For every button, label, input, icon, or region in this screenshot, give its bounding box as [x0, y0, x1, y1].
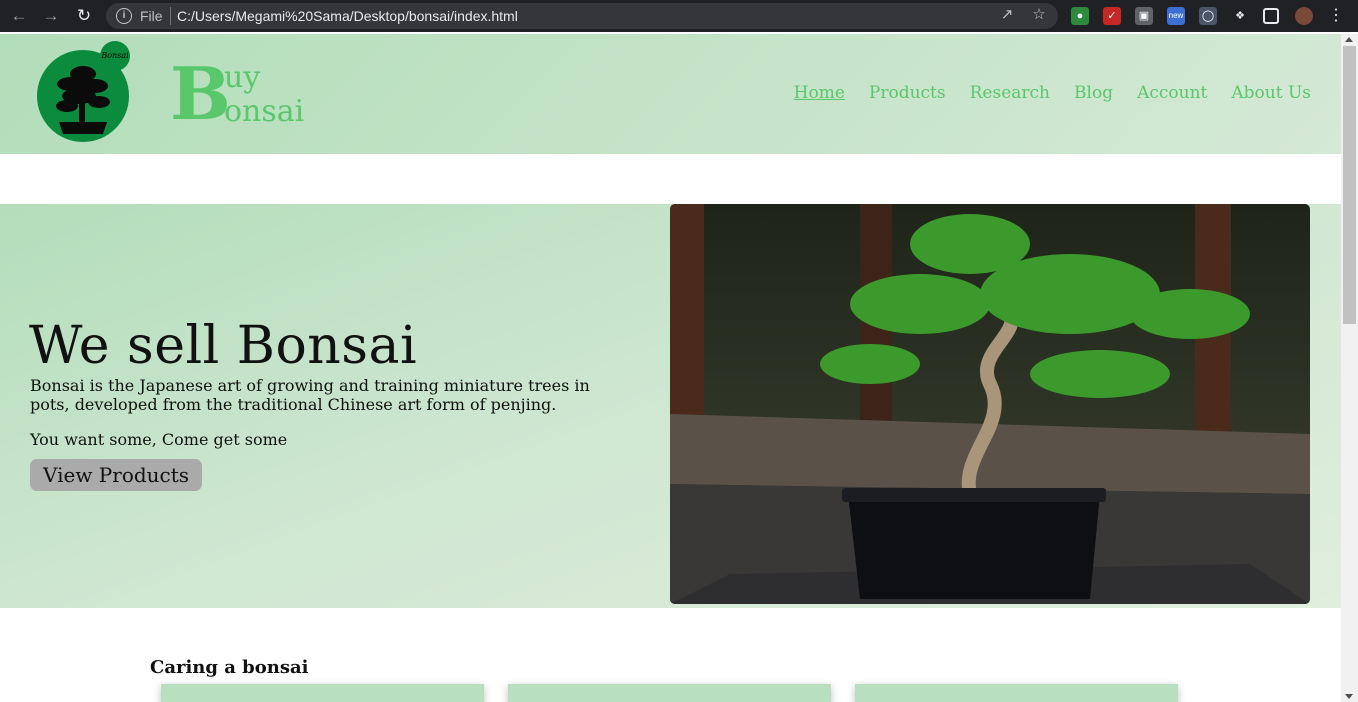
- logo-badge: Bonsai: [100, 41, 130, 71]
- omnibox-divider: [170, 7, 171, 25]
- url-text[interactable]: C:/Users/Megami%20Sama/Desktop/bonsai/in…: [177, 8, 518, 24]
- info-icon[interactable]: i: [116, 8, 132, 24]
- file-label: File: [140, 8, 163, 24]
- nav-home[interactable]: Home: [794, 83, 845, 103]
- care-card[interactable]: [508, 684, 831, 702]
- care-card[interactable]: [855, 684, 1178, 702]
- page-viewport: Bonsai B uy onsai Home Products Research…: [0, 34, 1341, 702]
- brand-top: uy: [224, 60, 261, 95]
- site-header: Bonsai B uy onsai Home Products Research…: [0, 34, 1341, 154]
- menu-kebab-icon[interactable]: ⋮: [1327, 7, 1345, 25]
- scrollbar[interactable]: [1341, 34, 1358, 702]
- hero-description: Bonsai is the Japanese art of growing an…: [30, 376, 590, 414]
- nav-products[interactable]: Products: [869, 83, 946, 103]
- back-icon[interactable]: ←: [9, 6, 29, 26]
- forward-icon[interactable]: →: [41, 6, 61, 26]
- extension-colorful-icon[interactable]: ●: [1071, 7, 1089, 25]
- nav-research[interactable]: Research: [970, 83, 1050, 103]
- bonsai-photo: [670, 204, 1310, 604]
- extension-new-icon[interactable]: new: [1167, 7, 1185, 25]
- share-icon[interactable]: ↗: [998, 6, 1016, 24]
- shield-icon[interactable]: ◯: [1199, 7, 1217, 25]
- hero-section: We sell Bonsai Bonsai is the Japanese ar…: [0, 204, 1341, 608]
- nav-blog[interactable]: Blog: [1074, 83, 1113, 103]
- hero-tagline: You want some, Come get some: [30, 430, 288, 449]
- brand-initial: B: [170, 51, 231, 136]
- profile-avatar[interactable]: [1295, 7, 1313, 25]
- nav-account[interactable]: Account: [1137, 83, 1207, 103]
- reload-icon[interactable]: ↻: [74, 6, 94, 26]
- main-nav: Home Products Research Blog Account Abou…: [794, 83, 1311, 103]
- care-card[interactable]: [161, 684, 484, 702]
- nav-about-us[interactable]: About Us: [1231, 83, 1311, 103]
- brand-bottom: onsai: [224, 94, 305, 129]
- scroll-thumb[interactable]: [1343, 46, 1356, 324]
- browser-toolbar: ← → ↻ i File C:/Users/Megami%20Sama/Desk…: [0, 0, 1358, 32]
- section-title: Caring a bonsai: [150, 657, 309, 678]
- extension-red-icon[interactable]: ✓: [1103, 7, 1121, 25]
- extension-window-icon[interactable]: ▣: [1135, 7, 1153, 25]
- puzzle-icon[interactable]: ❖: [1231, 7, 1249, 25]
- address-bar[interactable]: i File C:/Users/Megami%20Sama/Desktop/bo…: [106, 3, 1058, 29]
- extension-new-badge: new: [1168, 11, 1184, 20]
- bookmark-star-icon[interactable]: ☆: [1030, 6, 1048, 24]
- hero-title: We sell Bonsai: [29, 316, 418, 376]
- sidepanel-icon[interactable]: [1263, 8, 1279, 24]
- view-products-button[interactable]: View Products: [30, 459, 203, 491]
- scroll-down-arrow[interactable]: [1345, 694, 1353, 699]
- scroll-up-arrow[interactable]: [1345, 37, 1353, 42]
